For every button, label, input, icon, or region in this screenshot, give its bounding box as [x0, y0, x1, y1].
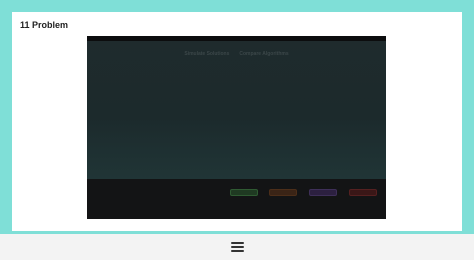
green-control-button[interactable]: [230, 189, 258, 196]
bottom-bar: [0, 234, 474, 260]
player-stage[interactable]: Simulate Solutions Compare Algorithms: [87, 41, 386, 179]
purple-control-button[interactable]: [309, 189, 337, 196]
player-controls: [87, 179, 386, 219]
orange-control-button[interactable]: [269, 189, 297, 196]
card-title: 11 Problem: [20, 20, 69, 30]
red-control-button[interactable]: [349, 189, 377, 196]
hamburger-line: [230, 246, 244, 248]
embedded-player[interactable]: Simulate Solutions Compare Algorithms: [87, 36, 386, 219]
problem-card: 11 Problem Simulate Solutions Compare Al…: [12, 12, 462, 231]
tab-compare-algorithms[interactable]: Compare Algorithms: [239, 51, 288, 57]
hamburger-line: [230, 242, 244, 244]
tab-simulate-solutions[interactable]: Simulate Solutions: [184, 51, 229, 57]
hamburger-line: [230, 250, 244, 252]
hamburger-icon[interactable]: [230, 241, 244, 253]
stage-tabs: Simulate Solutions Compare Algorithms: [87, 51, 386, 57]
